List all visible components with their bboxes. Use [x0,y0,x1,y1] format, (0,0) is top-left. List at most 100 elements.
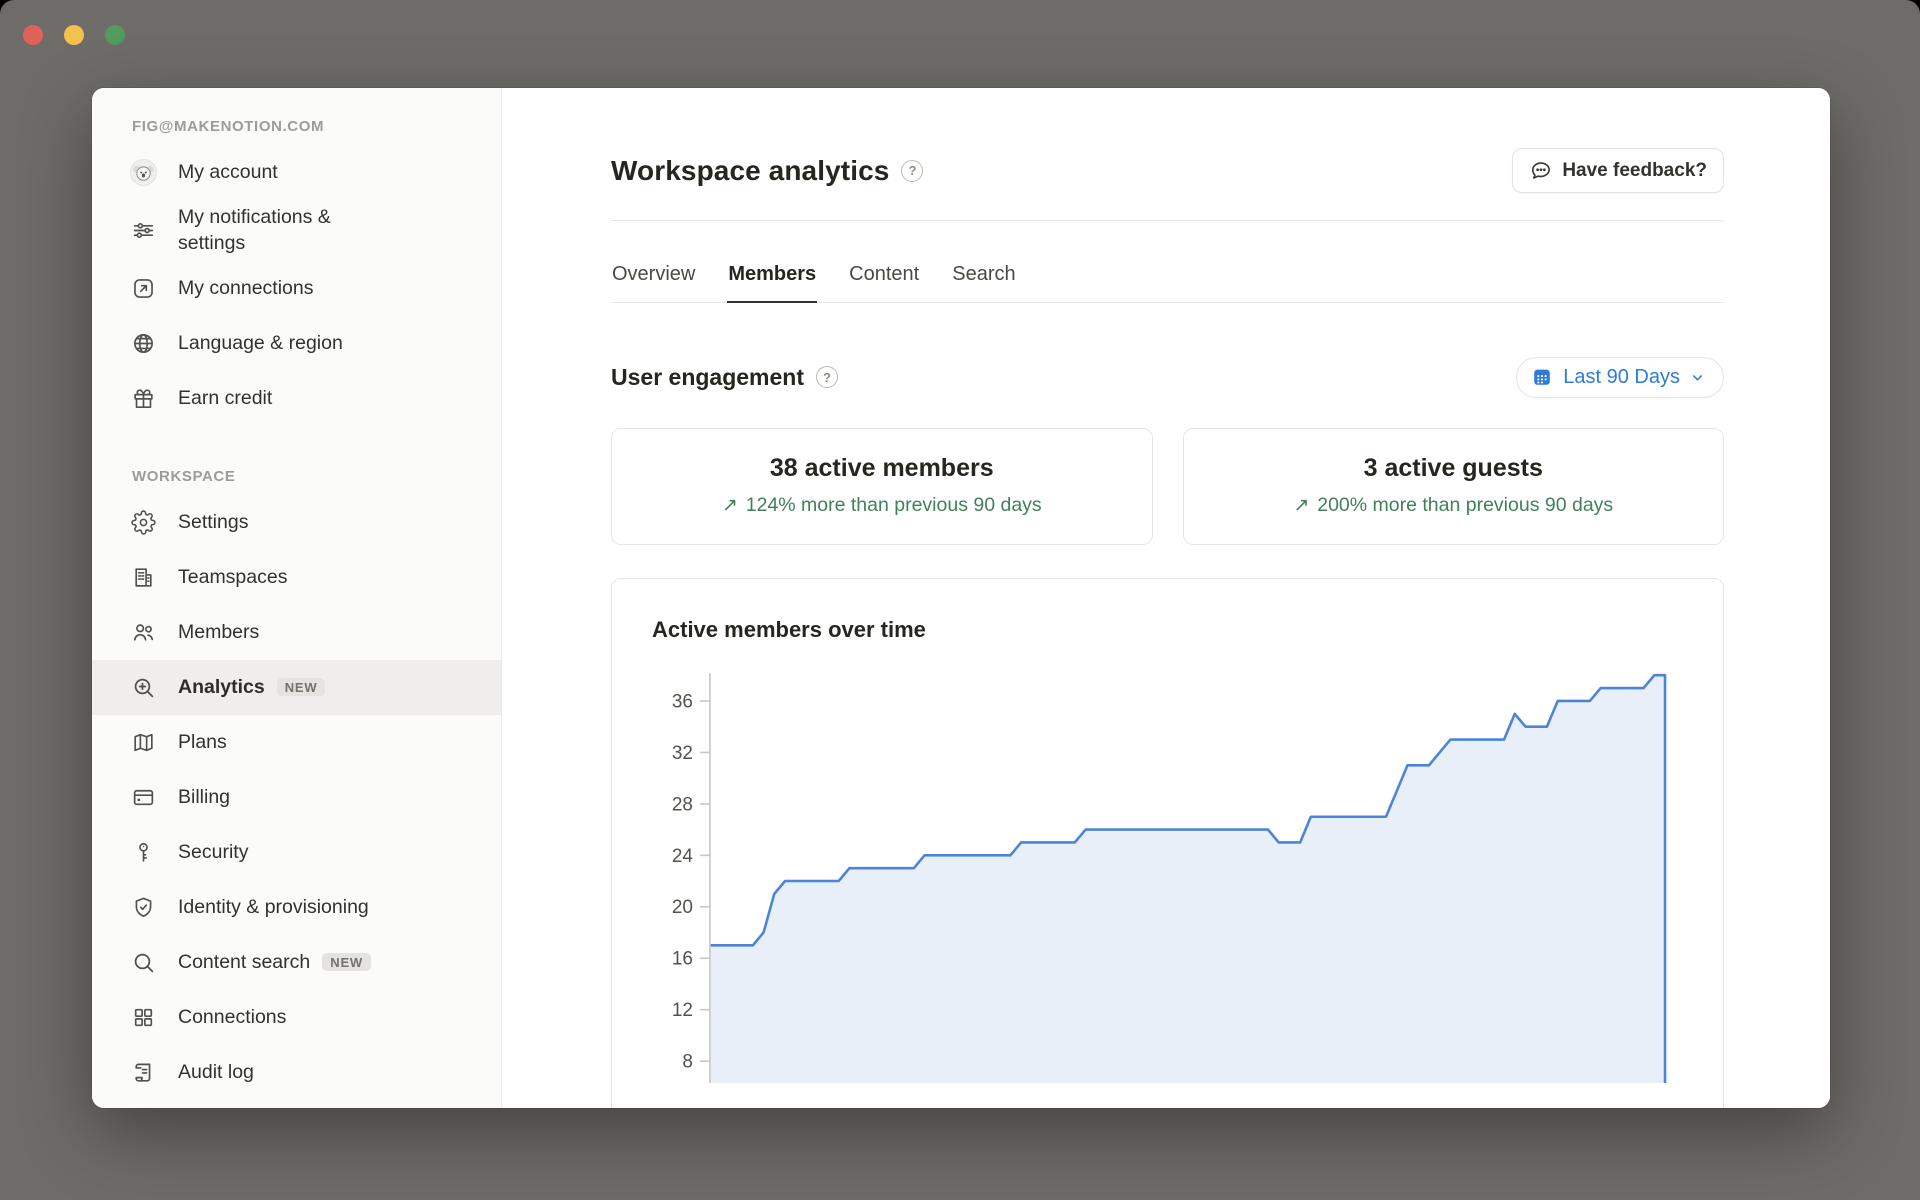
new-badge: NEW [322,953,371,971]
sidebar-item-label: My notifications &settings [178,204,331,257]
shield-check-icon [130,894,157,921]
close-window-button[interactable] [23,25,43,45]
help-icon[interactable]: ? [901,160,923,182]
map-icon [130,729,157,756]
arrow-up-right-box-icon [130,275,157,302]
globe-icon [130,330,157,357]
traffic-lights [23,25,125,45]
sidebar-item-label: Earn credit [178,385,272,411]
stat-value: 3 active guests [1204,454,1704,483]
sidebar-item-earn-credit[interactable]: Earn credit [92,371,501,426]
chart-title: Active members over time [644,617,1691,643]
svg-text:24: 24 [672,845,693,866]
sidebar-item-connections[interactable]: Connections [92,990,501,1045]
active-members-area-chart: 36 32 28 24 20 16 12 8 [644,669,1691,1084]
tab-content[interactable]: Content [848,263,920,303]
sidebar-item-plans[interactable]: Plans [92,715,501,770]
sidebar-item-label: Identity & provisioning [178,894,369,920]
gear-icon [130,509,157,536]
credit-card-icon [130,784,157,811]
chat-bubble-icon [1529,159,1552,182]
sidebar-item-label: Language & region [178,330,343,356]
header-divider [611,220,1724,221]
date-range-label: Last 90 Days [1563,366,1680,389]
sidebar-item-label: Teamspaces [178,564,287,590]
svg-text:16: 16 [672,948,693,969]
help-icon[interactable]: ? [816,366,838,388]
svg-text:32: 32 [672,742,693,763]
page-title: Workspace analytics [611,155,889,187]
building-icon [130,564,157,591]
sidebar-item-my-connections[interactable]: My connections [92,261,501,316]
active-members-chart-card: Active members over time 36 32 28 24 20 16 12 8 [611,578,1724,1109]
user-engagement-heading: User engagement [611,364,804,391]
sidebar-item-security[interactable]: Security [92,825,501,880]
sidebar-item-teamspaces[interactable]: Teamspaces [92,550,501,605]
stat-delta-text: 200% more than previous 90 days [1317,494,1613,517]
sidebar-item-my-notifications-settings[interactable]: My notifications &settings [92,200,501,261]
tab-search[interactable]: Search [951,263,1016,303]
sidebar-item-label: Settings [178,509,248,535]
tab-members[interactable]: Members [727,263,817,303]
page-header: Workspace analytics ? Have feedback? [611,148,1724,193]
svg-text:28: 28 [672,794,693,815]
svg-text:20: 20 [672,897,693,918]
sidebar-item-billing[interactable]: Billing [92,770,501,825]
feedback-button-label: Have feedback? [1562,160,1707,182]
svg-text:36: 36 [672,691,693,712]
sidebar-item-label: My connections [178,275,313,301]
svg-text:8: 8 [682,1051,693,1072]
workspace-section-header: WORKSPACE [92,460,501,495]
key-icon [130,839,157,866]
settings-sidebar: FIG@MAKENOTION.COM My account [92,88,502,1108]
sidebar-item-content-search[interactable]: Content search NEW [92,935,501,990]
sidebar-item-label: Content search [178,949,310,975]
zoom-window-button[interactable] [105,25,125,45]
sidebar-item-label: Members [178,619,259,645]
sidebar-item-label: My account [178,159,278,185]
have-feedback-button[interactable]: Have feedback? [1512,148,1724,193]
calendar-icon [1531,366,1553,388]
scroll-icon [130,1059,157,1086]
sidebar-item-members[interactable]: Members [92,605,501,660]
analytics-main-panel: Workspace analytics ? Have feedback? Ove… [502,88,1830,1108]
sidebar-item-settings[interactable]: Settings [92,495,501,550]
sidebar-item-audit-log[interactable]: Audit log [92,1045,501,1100]
sidebar-item-identity-provisioning[interactable]: Identity & provisioning [92,880,501,935]
people-icon [130,619,157,646]
sidebar-item-label: Audit log [178,1059,254,1085]
sidebar-item-label: Analytics [178,674,265,700]
svg-text:12: 12 [672,1000,693,1021]
minimize-window-button[interactable] [64,25,84,45]
gift-icon [130,385,157,412]
sidebar-item-my-account[interactable]: My account [92,145,501,200]
account-email-header: FIG@MAKENOTION.COM [92,110,501,145]
sidebar-item-label: Connections [178,1004,286,1030]
active-guests-stat-card: 3 active guests ↗ 200% more than previou… [1183,428,1725,545]
stat-delta: ↗ 200% more than previous 90 days [1204,494,1704,517]
tab-overview[interactable]: Overview [611,263,696,303]
sidebar-item-label: Security [178,839,248,865]
sidebar-item-label: Billing [178,784,230,810]
stat-delta: ↗ 124% more than previous 90 days [632,494,1132,517]
date-range-dropdown[interactable]: Last 90 Days [1516,357,1724,398]
magnifier-icon [130,949,157,976]
active-members-stat-card: 38 active members ↗ 124% more than previ… [611,428,1153,545]
chevron-down-icon [1690,370,1705,385]
trend-up-arrow-icon: ↗ [1293,496,1309,515]
macos-window-backdrop: FIG@MAKENOTION.COM My account [0,0,1920,1200]
sidebar-item-language-region[interactable]: Language & region [92,316,501,371]
stat-delta-text: 124% more than previous 90 days [746,494,1042,517]
settings-dialog: FIG@MAKENOTION.COM My account [92,88,1830,1108]
new-badge: NEW [277,678,326,696]
stats-row: 38 active members ↗ 124% more than previ… [611,428,1724,545]
analytics-tabs: Overview Members Content Search [611,263,1724,303]
sliders-icon [130,217,157,244]
koala-avatar [130,159,157,186]
user-engagement-header-row: User engagement ? Last 90 Days [611,357,1724,398]
sidebar-item-analytics[interactable]: Analytics NEW [92,660,501,715]
stat-value: 38 active members [632,454,1132,483]
grid-icon [130,1004,157,1031]
trend-up-arrow-icon: ↗ [722,496,738,515]
magnifier-plus-icon [130,674,157,701]
